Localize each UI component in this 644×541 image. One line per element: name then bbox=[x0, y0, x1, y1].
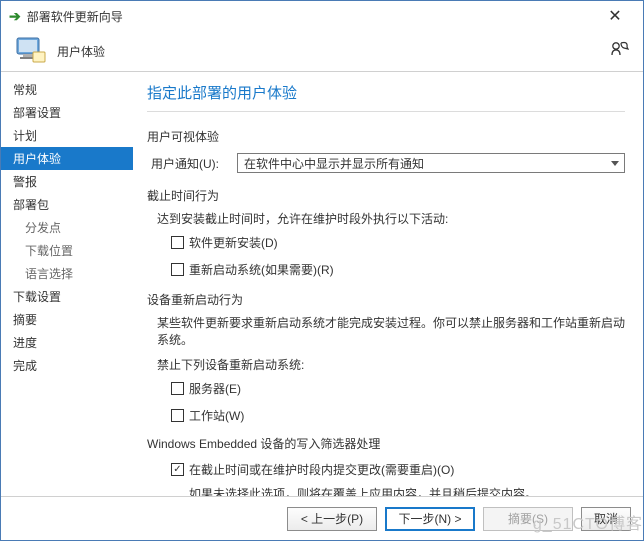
content-heading: 指定此部署的用户体验 bbox=[147, 82, 625, 103]
header: 用户体验 bbox=[1, 31, 643, 71]
sidebar-item-completion[interactable]: 完成 bbox=[1, 354, 133, 377]
suppress-label: 禁止下列设备重新启动系统: bbox=[157, 356, 625, 373]
cb-workstation-label: 工作站(W) bbox=[189, 407, 244, 424]
sidebar-item-download-location[interactable]: 下载位置 bbox=[1, 239, 133, 262]
notify-select[interactable]: 在软件中心中显示并显示所有通知 bbox=[237, 153, 625, 173]
next-button[interactable]: 下一步(N) > bbox=[385, 507, 475, 531]
cb-server-label: 服务器(E) bbox=[189, 380, 241, 397]
sidebar-item-package[interactable]: 部署包 bbox=[1, 193, 133, 216]
restart-section-label: 设备重新启动行为 bbox=[147, 291, 625, 308]
notify-label: 用户通知(U): bbox=[147, 155, 237, 172]
notify-value: 在软件中心中显示并显示所有通知 bbox=[244, 155, 424, 172]
footer: < 上一步(P) 下一步(N) > 摘要(S) 取消 bbox=[1, 496, 643, 540]
sidebar-item-download-settings[interactable]: 下载设置 bbox=[1, 285, 133, 308]
cb-restart-row[interactable]: 重新启动系统(如果需要)(R) bbox=[171, 261, 625, 278]
checkbox-icon bbox=[171, 409, 184, 422]
feedback-icon[interactable] bbox=[609, 39, 629, 64]
header-subtitle: 用户体验 bbox=[57, 43, 105, 60]
cb-install-label: 软件更新安装(D) bbox=[189, 234, 278, 251]
deadline-section-label: 截止时间行为 bbox=[147, 187, 625, 204]
content-divider bbox=[147, 111, 625, 112]
checkbox-icon bbox=[171, 263, 184, 276]
computer-icon bbox=[15, 34, 47, 69]
sidebar-item-user-experience[interactable]: 用户体验 bbox=[1, 147, 133, 170]
sidebar-item-progress[interactable]: 进度 bbox=[1, 331, 133, 354]
visual-experience-label: 用户可视体验 bbox=[147, 128, 625, 145]
sidebar-item-language[interactable]: 语言选择 bbox=[1, 262, 133, 285]
cb-workstation-row[interactable]: 工作站(W) bbox=[171, 407, 625, 424]
cancel-button[interactable]: 取消 bbox=[581, 507, 631, 531]
checkbox-icon bbox=[171, 236, 184, 249]
embedded-note: 如果未选择此选项，则将在覆盖上应用内容，并且稍后提交内容。 bbox=[189, 485, 625, 496]
close-button[interactable]: ✕ bbox=[595, 4, 635, 28]
sidebar: 常规 部署设置 计划 用户体验 警报 部署包 分发点 下载位置 语言选择 下载设… bbox=[1, 72, 133, 496]
cb-install-row[interactable]: 软件更新安装(D) bbox=[171, 234, 625, 251]
sidebar-item-summary[interactable]: 摘要 bbox=[1, 308, 133, 331]
sidebar-item-alerts[interactable]: 警报 bbox=[1, 170, 133, 193]
embedded-section-label: Windows Embedded 设备的写入筛选器处理 bbox=[147, 435, 625, 452]
cb-embedded-label: 在截止时间或在维护时段内提交更改(需要重启)(O) bbox=[189, 461, 454, 478]
sidebar-item-schedule[interactable]: 计划 bbox=[1, 124, 133, 147]
checkbox-checked-icon bbox=[171, 463, 184, 476]
window-title: 部署软件更新向导 bbox=[27, 8, 123, 25]
prev-button[interactable]: < 上一步(P) bbox=[287, 507, 377, 531]
summary-button: 摘要(S) bbox=[483, 507, 573, 531]
titlebar: ➔ 部署软件更新向导 ✕ bbox=[1, 1, 643, 31]
content-pane: 指定此部署的用户体验 用户可视体验 用户通知(U): 在软件中心中显示并显示所有… bbox=[133, 72, 643, 496]
cb-server-row[interactable]: 服务器(E) bbox=[171, 380, 625, 397]
deadline-desc: 达到安装截止时间时，允许在维护时段外执行以下活动: bbox=[157, 210, 625, 227]
wizard-arrow-icon: ➔ bbox=[9, 8, 21, 25]
sidebar-item-distribution[interactable]: 分发点 bbox=[1, 216, 133, 239]
cb-restart-label: 重新启动系统(如果需要)(R) bbox=[189, 261, 334, 278]
checkbox-icon bbox=[171, 382, 184, 395]
sidebar-item-general[interactable]: 常规 bbox=[1, 78, 133, 101]
cb-embedded-row[interactable]: 在截止时间或在维护时段内提交更改(需要重启)(O) bbox=[171, 461, 625, 478]
restart-desc: 某些软件更新要求重新启动系统才能完成安装过程。你可以禁止服务器和工作站重新启动系… bbox=[157, 314, 625, 348]
sidebar-item-deploy-settings[interactable]: 部署设置 bbox=[1, 101, 133, 124]
